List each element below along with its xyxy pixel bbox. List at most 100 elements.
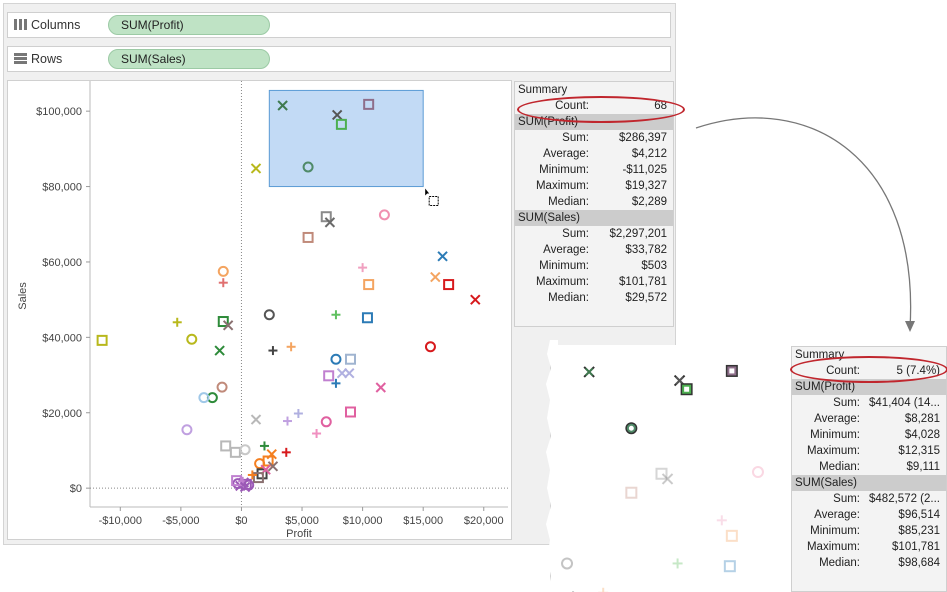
stat-label: Maximum:: [806, 541, 860, 553]
zoomed-selected-point-inner[interactable]: [727, 366, 737, 376]
rows-icon: [14, 53, 27, 64]
y-tick-label: $100,000: [36, 106, 82, 118]
scatter-point[interactable]: [312, 428, 322, 438]
zoomed-context-point[interactable]: [725, 529, 738, 542]
scatter-point[interactable]: [229, 446, 241, 458]
scatter-point[interactable]: [239, 444, 251, 456]
zoomed-context-point[interactable]: [598, 587, 609, 592]
scatter-point[interactable]: [358, 263, 368, 273]
stat-value: $2,297,201: [609, 228, 667, 240]
scatter-point[interactable]: [172, 317, 182, 327]
scatter-point[interactable]: [250, 414, 262, 425]
zoomed-selected-point-inner[interactable]: [584, 367, 594, 377]
columns-shelf[interactable]: Columns SUM(Profit): [7, 12, 671, 38]
stat-row: Sum: $286,397: [515, 130, 673, 146]
scatter-point[interactable]: [323, 370, 335, 382]
zoomed-selected-point-inner[interactable]: [626, 423, 636, 433]
scatter-point[interactable]: [282, 416, 292, 426]
columns-label-text: Columns: [31, 18, 81, 32]
scatter-point[interactable]: [214, 345, 225, 356]
zoomed-context-point[interactable]: [723, 560, 736, 573]
scatter-plot[interactable]: $0 $20,000 $40,000 $60,000 $80,000 $100,000 -$…: [8, 81, 511, 539]
scatter-point[interactable]: [361, 312, 373, 324]
stat-label: Median:: [819, 557, 860, 569]
stat-label: Maximum:: [535, 180, 589, 192]
count-highlight-ellipse: [517, 96, 685, 123]
rows-pill-sales[interactable]: SUM(Sales): [108, 49, 270, 69]
scatter-point[interactable]: [344, 367, 355, 379]
x-tick-label: $5,000: [285, 515, 319, 527]
scatter-point[interactable]: [218, 278, 228, 288]
scatter-point[interactable]: [331, 310, 341, 320]
stat-value: $482,572 (2...: [869, 493, 940, 505]
scatter-point[interactable]: [259, 441, 269, 451]
sales-section-header: SUM(Sales): [515, 210, 673, 226]
scatter-point[interactable]: [250, 163, 262, 174]
stat-row: Maximum: $19,327: [515, 178, 673, 194]
columns-pill-profit[interactable]: SUM(Profit): [108, 15, 270, 35]
y-tick-label: $80,000: [42, 182, 82, 194]
scatter-point[interactable]: [217, 265, 229, 277]
scatter-point[interactable]: [378, 209, 390, 221]
x-axis-title: Profit: [286, 528, 312, 539]
zoomed-context-point[interactable]: [561, 557, 574, 570]
stat-row: Median: $2,289: [515, 194, 673, 210]
scatter-point[interactable]: [437, 251, 448, 262]
scatter-point[interactable]: [443, 279, 455, 291]
rows-shelf[interactable]: Rows SUM(Sales): [7, 46, 671, 72]
scatter-point[interactable]: [216, 381, 228, 393]
scatter-point[interactable]: [220, 440, 232, 452]
stat-label: Average:: [543, 244, 589, 256]
zoomed-context-point[interactable]: [672, 558, 683, 569]
rows-shelf-label: Rows: [14, 47, 62, 71]
scatter-point[interactable]: [330, 353, 342, 365]
scatter-point[interactable]: [286, 342, 296, 352]
scatter-point[interactable]: [470, 294, 481, 305]
scatter-point[interactable]: [96, 334, 108, 346]
stat-row: Median: $29,572: [515, 290, 673, 306]
stat-value: $4,028: [904, 429, 940, 441]
scatter-point[interactable]: [302, 231, 314, 243]
zoomed-selected-point-inner[interactable]: [675, 376, 684, 385]
scatter-point[interactable]: [281, 447, 291, 457]
scatter-point[interactable]: [363, 279, 375, 291]
x-tick-label: $20,000: [464, 515, 504, 527]
scatter-point[interactable]: [186, 333, 198, 345]
scatter-plot-area[interactable]: $0 $20,000 $40,000 $60,000 $80,000 $100,000 -$…: [7, 80, 512, 540]
scatter-point[interactable]: [247, 470, 257, 480]
stat-label: Sum:: [833, 493, 860, 505]
scatter-point[interactable]: [344, 353, 356, 365]
zoomed-context-point[interactable]: [716, 515, 727, 526]
stat-label: Median:: [548, 292, 589, 304]
stat-value: $33,782: [625, 244, 667, 256]
callout-arrow: [695, 117, 915, 332]
zoomed-selected-point-inner[interactable]: [682, 384, 692, 394]
y-tick-label: $60,000: [42, 257, 82, 269]
scatter-point[interactable]: [268, 346, 278, 356]
x-tick-label: $10,000: [343, 515, 383, 527]
stat-label: Minimum:: [810, 525, 860, 537]
stat-row: Minimum: -$11,025: [515, 162, 673, 178]
scatter-point[interactable]: [424, 341, 436, 353]
stat-row: Maximum: $101,781: [792, 539, 946, 555]
stat-value: $98,684: [898, 557, 940, 569]
selection-sales-header: SUM(Sales): [792, 475, 946, 491]
scatter-point[interactable]: [293, 409, 303, 419]
stat-row: Sum: $41,404 (14...: [792, 395, 946, 411]
stat-value: $286,397: [619, 132, 667, 144]
stat-row: Average: $8,281: [792, 411, 946, 427]
scatter-point[interactable]: [430, 271, 441, 283]
zoomed-context-point[interactable]: [751, 466, 764, 479]
scatter-point[interactable]: [320, 416, 332, 428]
y-tick-label: $0: [70, 483, 82, 495]
scatter-point[interactable]: [181, 424, 193, 436]
zoomed-context-point[interactable]: [625, 486, 638, 499]
stat-value: $29,572: [625, 292, 667, 304]
stat-label: Sum:: [833, 397, 860, 409]
scatter-point[interactable]: [344, 406, 356, 418]
scatter-point[interactable]: [263, 309, 275, 321]
scatter-point[interactable]: [375, 382, 386, 393]
selection-marquee[interactable]: [268, 89, 424, 188]
stat-value: $9,111: [906, 461, 940, 473]
stat-row: Average: $33,782: [515, 242, 673, 258]
